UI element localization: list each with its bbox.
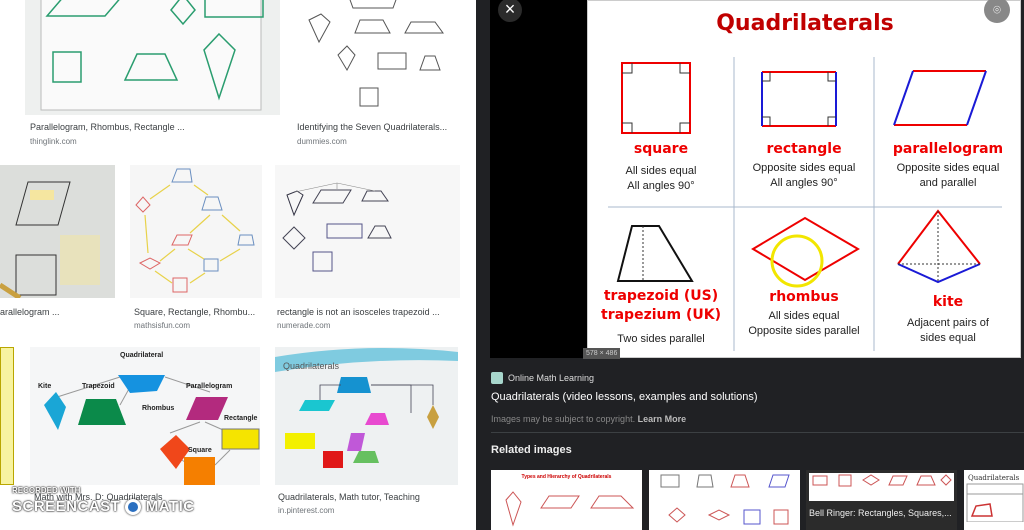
thumb-shapes — [0, 181, 100, 298]
thumb-label: Kite — [38, 383, 52, 390]
thumb-label: Rectangle — [224, 415, 258, 422]
result-source: in.pinterest.com — [278, 506, 335, 515]
thumb-label: Square — [188, 447, 212, 454]
related-heading: Related images — [491, 444, 572, 456]
thumb-shapes — [282, 182, 392, 272]
result-thumb-3[interactable] — [0, 165, 115, 298]
shape-desc: Adjacent pairs of sides equal — [907, 317, 989, 344]
result-thumb-7[interactable]: Quadrilateral Kite Trapezoid Parallelogr… — [30, 347, 260, 485]
results-grid: Parallelogram, Rhombus, Rectangle ... th… — [0, 0, 476, 530]
screencast-logo-icon — [125, 499, 142, 516]
related-shapes — [660, 474, 790, 525]
related-shapes — [505, 491, 635, 527]
result-thumb-4[interactable] — [130, 165, 262, 298]
image-title-link[interactable]: Quadrilaterals (video lessons, examples … — [491, 391, 758, 403]
shape-desc: All sides equal All angles 90° — [625, 165, 697, 192]
divider — [491, 432, 1024, 433]
result-thumb-5[interactable] — [275, 165, 460, 298]
related-image-3[interactable]: Bell Ringer: Rectangles, Squares,... — [806, 470, 957, 530]
result-title[interactable]: Quadrilaterals, Math tutor, Teaching — [278, 492, 420, 502]
result-title[interactable]: Parallelogram, Rhombus, Rectangle ... — [30, 122, 185, 132]
shape-desc: Opposite sides equal and parallel — [896, 162, 1000, 189]
thumb-label: Rhombus — [142, 405, 175, 412]
result-thumb-2[interactable] — [295, 0, 460, 115]
thumb-shapes — [40, 0, 264, 111]
result-title[interactable]: Square, Rectangle, Rhombu... — [134, 307, 255, 317]
shape-label: kite — [932, 294, 964, 310]
result-source: dummies.com — [297, 137, 347, 146]
shape-label: trapezium (UK) — [601, 307, 721, 323]
result-title[interactable]: rectangle is not an isosceles trapezoid … — [277, 307, 440, 317]
related-thumb — [809, 473, 954, 501]
shape-label: square — [633, 141, 689, 157]
watermark-logo: SCREENCAST MATIC — [12, 498, 195, 516]
related-image-4[interactable]: Quadrilaterals — [964, 470, 1024, 530]
thumb-title: Quadrilaterals — [283, 361, 340, 371]
result-source: numerade.com — [277, 321, 331, 330]
result-source: mathsisfun.com — [134, 321, 191, 330]
shape-label: rectangle — [766, 141, 842, 157]
watermark-line1: RECORDED WITH — [12, 486, 81, 495]
copyright-notice: Images may be subject to copyright. Lear… — [491, 414, 687, 424]
shape-label: trapezoid (US) — [603, 288, 719, 304]
result-title[interactable]: Identifying the Seven Quadrilaterals... — [297, 122, 447, 132]
site-favicon-icon — [491, 372, 503, 384]
watermark-text: SCREENCAST — [12, 498, 121, 515]
related-thumb-title: Quadrilaterals — [968, 474, 1020, 482]
preview-title: Quadrilaterals — [716, 11, 894, 36]
related-image-1[interactable]: Types and Hierarchy of Quadrilaterals — [491, 470, 642, 530]
preview-image[interactable]: Quadrilaterals square All sides equal All… — [587, 0, 1021, 358]
thumb-shapes — [308, 0, 444, 107]
shape-desc: All sides equal Opposite sides parallel — [748, 310, 860, 337]
result-thumb-6[interactable] — [0, 347, 14, 485]
learn-more-link[interactable]: Learn More — [638, 414, 687, 424]
image-preview-panel: × Quadrilaterals square All sides equal … — [476, 0, 1024, 530]
site-name[interactable]: Online Math Learning — [508, 373, 594, 383]
result-title[interactable]: arallelogram ... — [0, 307, 60, 317]
thumb-shapes — [135, 168, 255, 293]
related-shapes — [812, 474, 952, 487]
image-dimensions: 578 × 486 — [583, 348, 621, 359]
shape-label: rhombus — [769, 289, 839, 305]
result-thumb-1[interactable] — [25, 0, 280, 115]
result-source: thinglink.com — [30, 137, 77, 146]
preview-background — [490, 0, 587, 358]
shape-desc: Two sides parallel — [617, 333, 705, 345]
watermark-text: MATIC — [145, 498, 195, 515]
thumb-label: Quadrilateral — [120, 352, 164, 359]
thumb-label: Trapezoid — [82, 383, 115, 390]
shape-desc: Opposite sides equal All angles 90° — [752, 162, 856, 189]
result-thumb-8[interactable]: Quadrilaterals — [275, 347, 458, 485]
thumb-label: Parallelogram — [186, 383, 233, 390]
shape-label: parallelogram — [892, 141, 1004, 157]
related-image-2[interactable] — [649, 470, 800, 530]
related-shapes — [966, 483, 1024, 523]
related-caption: Bell Ringer: Rectangles, Squares,... — [809, 508, 952, 518]
